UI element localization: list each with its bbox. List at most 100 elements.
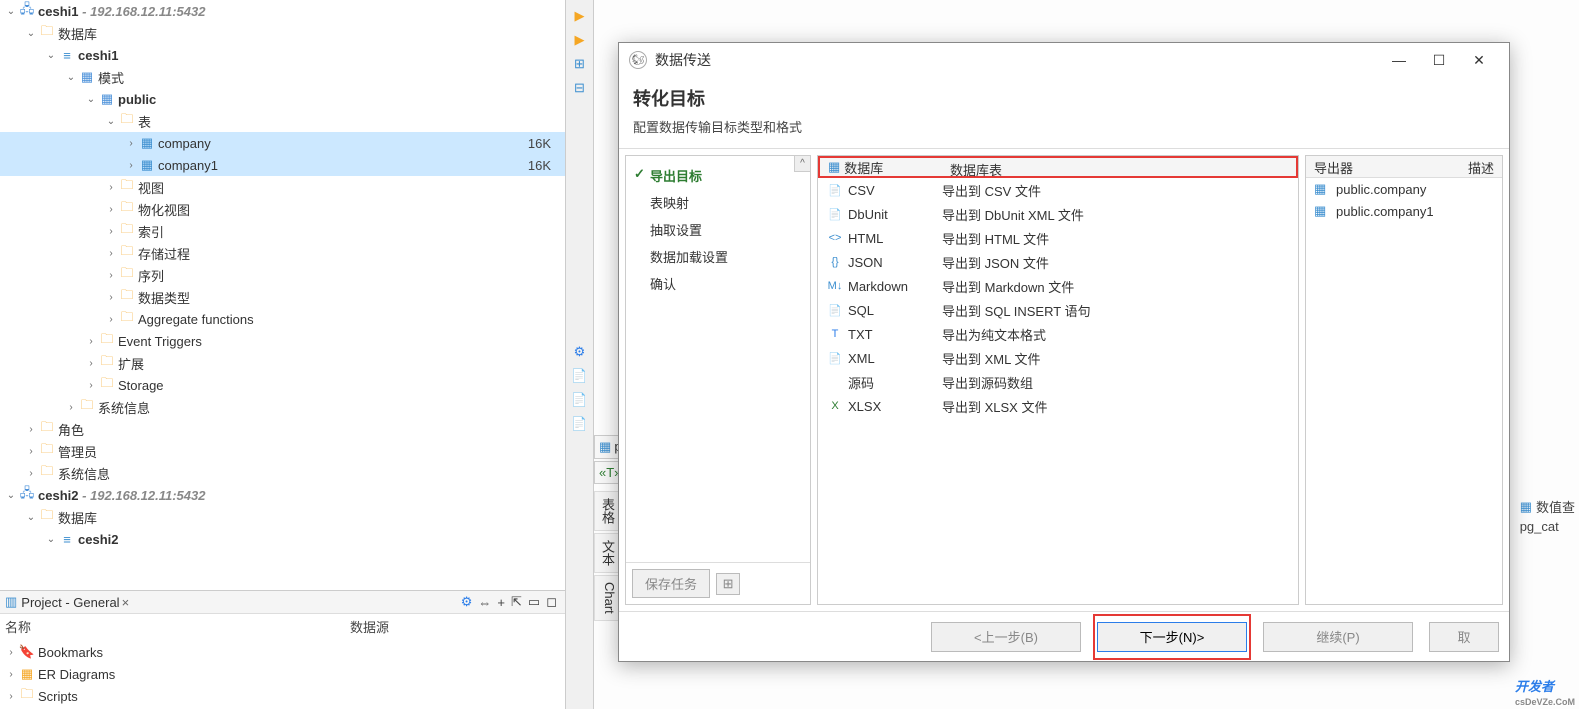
table-company[interactable]: › ▦ company 16K bbox=[0, 132, 565, 154]
save-task-button[interactable]: 保存任务 bbox=[632, 569, 710, 598]
database-node-ceshi2[interactable]: ⌄ ≡ ceshi2 bbox=[0, 528, 565, 550]
expander-icon[interactable]: ⌄ bbox=[84, 94, 98, 105]
expander-icon[interactable]: ⌄ bbox=[64, 72, 78, 83]
event-triggers-folder[interactable]: ›🗀Event Triggers bbox=[0, 330, 565, 352]
storage-folder[interactable]: ›🗀Storage bbox=[0, 374, 565, 396]
prev-button[interactable]: <上一步(B) bbox=[931, 622, 1081, 652]
format-row-dbunit[interactable]: 📄DbUnit导出到 DbUnit XML 文件 bbox=[818, 202, 1298, 226]
dialog-titlebar[interactable]: 🐿 数据传送 — ☐ ✕ bbox=[619, 43, 1509, 77]
schema-button[interactable]: ⊞ bbox=[716, 573, 740, 595]
roles-folder[interactable]: ›🗀角色 bbox=[0, 418, 565, 440]
table-company1[interactable]: › ▦ company1 16K bbox=[0, 154, 565, 176]
expander-icon[interactable]: ⌄ bbox=[44, 50, 58, 61]
file2-icon[interactable]: 📄 bbox=[570, 390, 590, 410]
close-icon[interactable]: × bbox=[122, 595, 130, 610]
execute-script-icon[interactable]: ▶ bbox=[570, 30, 590, 50]
bookmark-icon: 🔖 bbox=[18, 644, 36, 660]
step-export-target[interactable]: 导出目标 bbox=[626, 162, 810, 189]
next-button[interactable]: 下一步(N)> bbox=[1097, 622, 1247, 652]
execute-icon[interactable]: ▶ bbox=[570, 6, 590, 26]
database-tree[interactable]: ⌄ 🖧 ceshi1 - 192.168.12.11:5432 ⌄ 🗀 数据库 … bbox=[0, 0, 565, 590]
format-row-sql[interactable]: 📄SQL导出到 SQL INSERT 语句 bbox=[818, 298, 1298, 322]
collapse-icon[interactable]: ⇱ bbox=[511, 594, 522, 610]
format-desc: 导出到 HTML 文件 bbox=[940, 229, 1298, 248]
databases-folder[interactable]: ⌄ 🗀 数据库 bbox=[0, 22, 565, 44]
format-row-txt[interactable]: TTXT导出为纯文本格式 bbox=[818, 322, 1298, 346]
format-desc: 导出到 XML 文件 bbox=[940, 349, 1298, 368]
format-row-csv[interactable]: 📄CSV导出到 CSV 文件 bbox=[818, 178, 1298, 202]
schemas-folder[interactable]: ⌄ ▦ 模式 bbox=[0, 66, 565, 88]
connection-node-ceshi2[interactable]: ⌄ 🖧 ceshi2 - 192.168.12.11:5432 bbox=[0, 484, 565, 506]
header-database-table[interactable]: 数据库表 bbox=[942, 158, 1296, 176]
vtab-text[interactable]: 文本 bbox=[594, 533, 621, 573]
format-row-xlsx[interactable]: XXLSX导出到 XLSX 文件 bbox=[818, 394, 1298, 418]
sysinfo-folder[interactable]: ›🗀系统信息 bbox=[0, 396, 565, 418]
format-row-xml[interactable]: 📄XML导出到 XML 文件 bbox=[818, 346, 1298, 370]
format-row-markdown[interactable]: M↓Markdown导出到 Markdown 文件 bbox=[818, 274, 1298, 298]
settings-icon[interactable]: ⚙ bbox=[570, 342, 590, 362]
format-name: Markdown bbox=[848, 279, 908, 294]
expander-icon[interactable]: ⌄ bbox=[104, 116, 118, 127]
bookmarks-node[interactable]: ›🔖Bookmarks bbox=[0, 641, 565, 663]
datatypes-folder[interactable]: ›🗀数据类型 bbox=[0, 286, 565, 308]
admins-folder[interactable]: ›🗀管理员 bbox=[0, 440, 565, 462]
expander-icon[interactable]: ⌄ bbox=[4, 490, 18, 501]
exporter-row[interactable]: ▦ public.company bbox=[1306, 178, 1502, 200]
step-extract-settings[interactable]: 抽取设置 bbox=[626, 216, 810, 243]
expander-icon[interactable]: › bbox=[124, 138, 138, 149]
databases-folder-2[interactable]: ⌄ 🗀 数据库 bbox=[0, 506, 565, 528]
continue-button[interactable]: 继续(P) bbox=[1263, 622, 1413, 652]
table-icon: ▦ bbox=[1314, 181, 1332, 197]
cancel-button[interactable]: 取 bbox=[1429, 622, 1499, 652]
header-database[interactable]: ▦数据库 bbox=[820, 158, 942, 176]
indexes-folder[interactable]: ›🗀索引 bbox=[0, 220, 565, 242]
panel-item-numquery[interactable]: ▦数值查 bbox=[1520, 497, 1575, 516]
panel-item-pgcat[interactable]: pg_cat bbox=[1520, 519, 1575, 534]
matviews-folder[interactable]: ›🗀物化视图 bbox=[0, 198, 565, 220]
step-table-mapping[interactable]: 表映射 bbox=[626, 189, 810, 216]
project-tab[interactable]: ▥ Project - General × ⚙ ⇔ + ⇱ ▭ ◻ bbox=[0, 591, 565, 614]
format-row-源码[interactable]: 源码导出到源码数组 bbox=[818, 370, 1298, 394]
exporter-name: public.company bbox=[1336, 182, 1426, 197]
commit-icon[interactable]: ⊟ bbox=[570, 78, 590, 98]
vtab-grid[interactable]: 表格 bbox=[594, 491, 621, 531]
format-row-json[interactable]: {}JSON导出到 JSON 文件 bbox=[818, 250, 1298, 274]
procedures-folder[interactable]: ›🗀存储过程 bbox=[0, 242, 565, 264]
explain-icon[interactable]: ⊞ bbox=[570, 54, 590, 74]
tables-folder[interactable]: ⌄ 🗀 表 bbox=[0, 110, 565, 132]
er-diagrams-node[interactable]: ›▦ER Diagrams bbox=[0, 663, 565, 685]
connection-node-ceshi1[interactable]: ⌄ 🖧 ceshi1 - 192.168.12.11:5432 bbox=[0, 0, 565, 22]
vtab-chart[interactable]: Chart bbox=[594, 575, 621, 621]
gear-icon[interactable]: ⚙ bbox=[461, 594, 473, 610]
step-load-settings[interactable]: 数据加载设置 bbox=[626, 243, 810, 270]
views-folder[interactable]: ›🗀视图 bbox=[0, 176, 565, 198]
extensions-folder[interactable]: ›🗀扩展 bbox=[0, 352, 565, 374]
close-button[interactable]: ✕ bbox=[1459, 52, 1499, 69]
link-icon[interactable]: ⇔ bbox=[478, 595, 491, 610]
exporter-row[interactable]: ▦public.company1 bbox=[1306, 200, 1502, 222]
schema-public[interactable]: ⌄ ▦ public bbox=[0, 88, 565, 110]
maximize-icon[interactable]: ◻ bbox=[546, 594, 557, 610]
aggfuncs-folder[interactable]: ›🗀Aggregate functions bbox=[0, 308, 565, 330]
format-icon: 📄 bbox=[826, 352, 844, 365]
expander-icon[interactable]: ⌄ bbox=[4, 6, 18, 17]
database-node-ceshi1[interactable]: ⌄ ≡ ceshi1 bbox=[0, 44, 565, 66]
format-icon: T bbox=[826, 328, 844, 340]
expander-icon[interactable]: ⌄ bbox=[24, 512, 38, 523]
step-confirm[interactable]: 确认 bbox=[626, 270, 810, 297]
table-icon: ▦ bbox=[1314, 203, 1332, 219]
file-icon[interactable]: 📄 bbox=[570, 366, 590, 386]
minimize-button[interactable]: — bbox=[1379, 52, 1419, 68]
sysinfo2-folder[interactable]: ›🗀系统信息 bbox=[0, 462, 565, 484]
maximize-button[interactable]: ☐ bbox=[1419, 52, 1459, 69]
add-icon[interactable]: + bbox=[497, 595, 505, 610]
expander-icon[interactable]: ⌄ bbox=[24, 28, 38, 39]
expander-icon[interactable]: ⌄ bbox=[44, 534, 58, 545]
expander-icon[interactable]: › bbox=[124, 160, 138, 171]
file3-icon[interactable]: 📄 bbox=[570, 414, 590, 434]
project-columns-header: 名称 数据源 bbox=[0, 614, 565, 639]
format-row-html[interactable]: <>HTML导出到 HTML 文件 bbox=[818, 226, 1298, 250]
minimize-icon[interactable]: ▭ bbox=[528, 594, 540, 610]
scripts-node[interactable]: ›🗀Scripts bbox=[0, 685, 565, 707]
sequences-folder[interactable]: ›🗀序列 bbox=[0, 264, 565, 286]
